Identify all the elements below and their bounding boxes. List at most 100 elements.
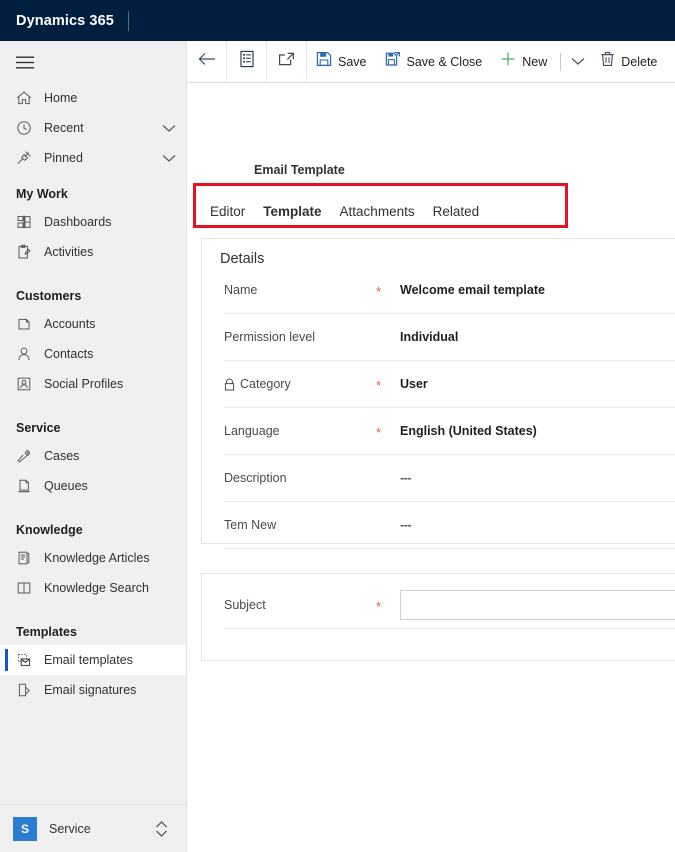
required-indicator: *	[376, 424, 382, 440]
sidebar-item-home[interactable]: Home	[0, 83, 186, 113]
field-row-permission-level[interactable]: Permission level Individual	[224, 314, 675, 361]
save-disk-icon	[316, 51, 332, 72]
required-indicator-placeholder	[376, 336, 390, 338]
accounts-icon	[16, 315, 36, 333]
sidebar-item-social-profiles[interactable]: Social Profiles	[0, 369, 186, 399]
record-form-area: Email Template Editor Template Attachmen…	[187, 83, 675, 852]
field-row-name[interactable]: Name * Welcome email template	[224, 267, 675, 314]
area-badge: S	[13, 816, 37, 841]
sidebar-item-label: Queues	[44, 479, 88, 493]
command-bar: Save Save & Close New Delete	[187, 41, 675, 83]
sidebar-item-label: Accounts	[44, 317, 96, 331]
open-in-new-window-button[interactable]	[267, 41, 307, 82]
save-button-label: Save	[338, 54, 367, 69]
form-list-icon	[239, 50, 255, 73]
field-value-permission-level: Individual	[400, 330, 459, 344]
entity-type-label: Email Template	[254, 163, 345, 177]
tab-attachments[interactable]: Attachments	[331, 204, 424, 228]
save-and-close-icon	[385, 51, 401, 72]
sidebar-item-label: Pinned	[44, 151, 83, 165]
chevron-down-icon[interactable]	[162, 154, 176, 163]
activities-icon	[16, 243, 36, 261]
subject-section-card: Subject *	[201, 573, 675, 661]
dashboard-icon	[16, 213, 36, 231]
main-content-region: Save Save & Close New Delete Email Templ…	[187, 41, 675, 852]
sidebar-item-label: Contacts	[44, 347, 94, 361]
sidebar-item-label: Social Profiles	[44, 377, 124, 391]
sidebar-item-label: Cases	[44, 449, 80, 463]
back-button[interactable]	[187, 41, 227, 82]
field-label-name: Name	[224, 283, 258, 297]
pin-icon	[16, 149, 36, 167]
app-header-bar: Dynamics 365	[0, 0, 675, 41]
field-label-category-wrapper: Category	[224, 377, 376, 391]
field-row-description[interactable]: Description ---	[224, 455, 675, 502]
chevron-down-icon[interactable]	[162, 124, 176, 133]
home-icon	[16, 89, 36, 107]
email-template-icon	[16, 651, 36, 669]
lock-icon	[224, 377, 235, 391]
sidebar-item-contacts[interactable]: Contacts	[0, 339, 186, 369]
save-and-close-button[interactable]: Save & Close	[376, 41, 492, 82]
dynamics-365-window: Dynamics 365 Home Recent Pinned My Work …	[0, 0, 675, 852]
tab-editor[interactable]: Editor	[201, 204, 254, 228]
form-selector-button[interactable]	[227, 41, 267, 82]
field-row-category[interactable]: Category * User	[224, 361, 675, 408]
area-switcher[interactable]: S Service	[0, 804, 186, 852]
field-label-tem-new: Tem New	[224, 518, 277, 532]
sidebar-item-email-templates[interactable]: Email templates	[0, 645, 186, 675]
sidebar-item-label: Home	[44, 91, 78, 105]
sidebar-item-email-signatures[interactable]: Email signatures	[0, 675, 186, 705]
sidebar-item-dashboards[interactable]: Dashboards	[0, 207, 186, 237]
sidebar-item-cases[interactable]: Cases	[0, 441, 186, 471]
field-row-subject[interactable]: Subject *	[224, 582, 675, 629]
site-map-toggle-button[interactable]	[0, 41, 186, 83]
overflow-menu-button[interactable]	[565, 41, 591, 82]
email-signature-icon	[16, 681, 36, 699]
sidebar-item-accounts[interactable]: Accounts	[0, 309, 186, 339]
trash-delete-icon	[600, 51, 615, 72]
back-arrow-icon	[198, 52, 216, 71]
subject-card-bottom-spacer	[202, 629, 675, 653]
up-down-chevron-icon[interactable]	[155, 820, 168, 838]
nav-group-title-templates: Templates	[16, 625, 77, 639]
new-button-label: New	[522, 54, 548, 69]
required-indicator-placeholder	[376, 477, 390, 479]
area-switcher-label: Service	[49, 821, 91, 836]
tab-template[interactable]: Template	[254, 204, 330, 228]
social-profile-icon	[16, 375, 36, 393]
save-button[interactable]: Save	[307, 41, 376, 82]
field-label-category: Category	[240, 377, 291, 391]
plus-icon	[500, 51, 516, 72]
sidebar-item-label: Recent	[44, 121, 84, 135]
subject-input[interactable]	[400, 590, 675, 620]
sidebar-item-knowledge-articles[interactable]: Knowledge Articles	[0, 543, 186, 573]
article-icon	[16, 549, 36, 567]
sidebar-item-activities[interactable]: Activities	[0, 237, 186, 267]
nav-group-title-knowledge: Knowledge	[16, 523, 83, 537]
nav-group-title-service: Service	[16, 421, 61, 435]
sidebar-item-knowledge-search[interactable]: Knowledge Search	[0, 573, 186, 603]
queue-icon	[16, 477, 36, 495]
sidebar-item-label: Activities	[44, 245, 94, 259]
field-row-tem-new[interactable]: Tem New ---	[224, 502, 675, 549]
app-brand-title: Dynamics 365	[16, 12, 114, 29]
field-value-name: Welcome email template	[400, 283, 545, 297]
sidebar-item-label: Dashboards	[44, 215, 112, 229]
sidebar-item-queues[interactable]: Queues	[0, 471, 186, 501]
delete-button-label: Delete	[621, 54, 658, 69]
sidebar-item-recent[interactable]: Recent	[0, 113, 186, 143]
field-row-language[interactable]: Language * English (United States)	[224, 408, 675, 455]
field-label-permission-level: Permission level	[224, 330, 316, 344]
tab-related[interactable]: Related	[424, 204, 489, 228]
header-divider	[127, 10, 129, 31]
nav-group-title-customers: Customers	[16, 289, 82, 303]
delete-button[interactable]: Delete	[591, 41, 666, 82]
sidebar-item-label: Email templates	[44, 653, 133, 667]
sidebar-item-pinned[interactable]: Pinned	[0, 143, 186, 173]
new-button[interactable]: New	[491, 41, 556, 82]
